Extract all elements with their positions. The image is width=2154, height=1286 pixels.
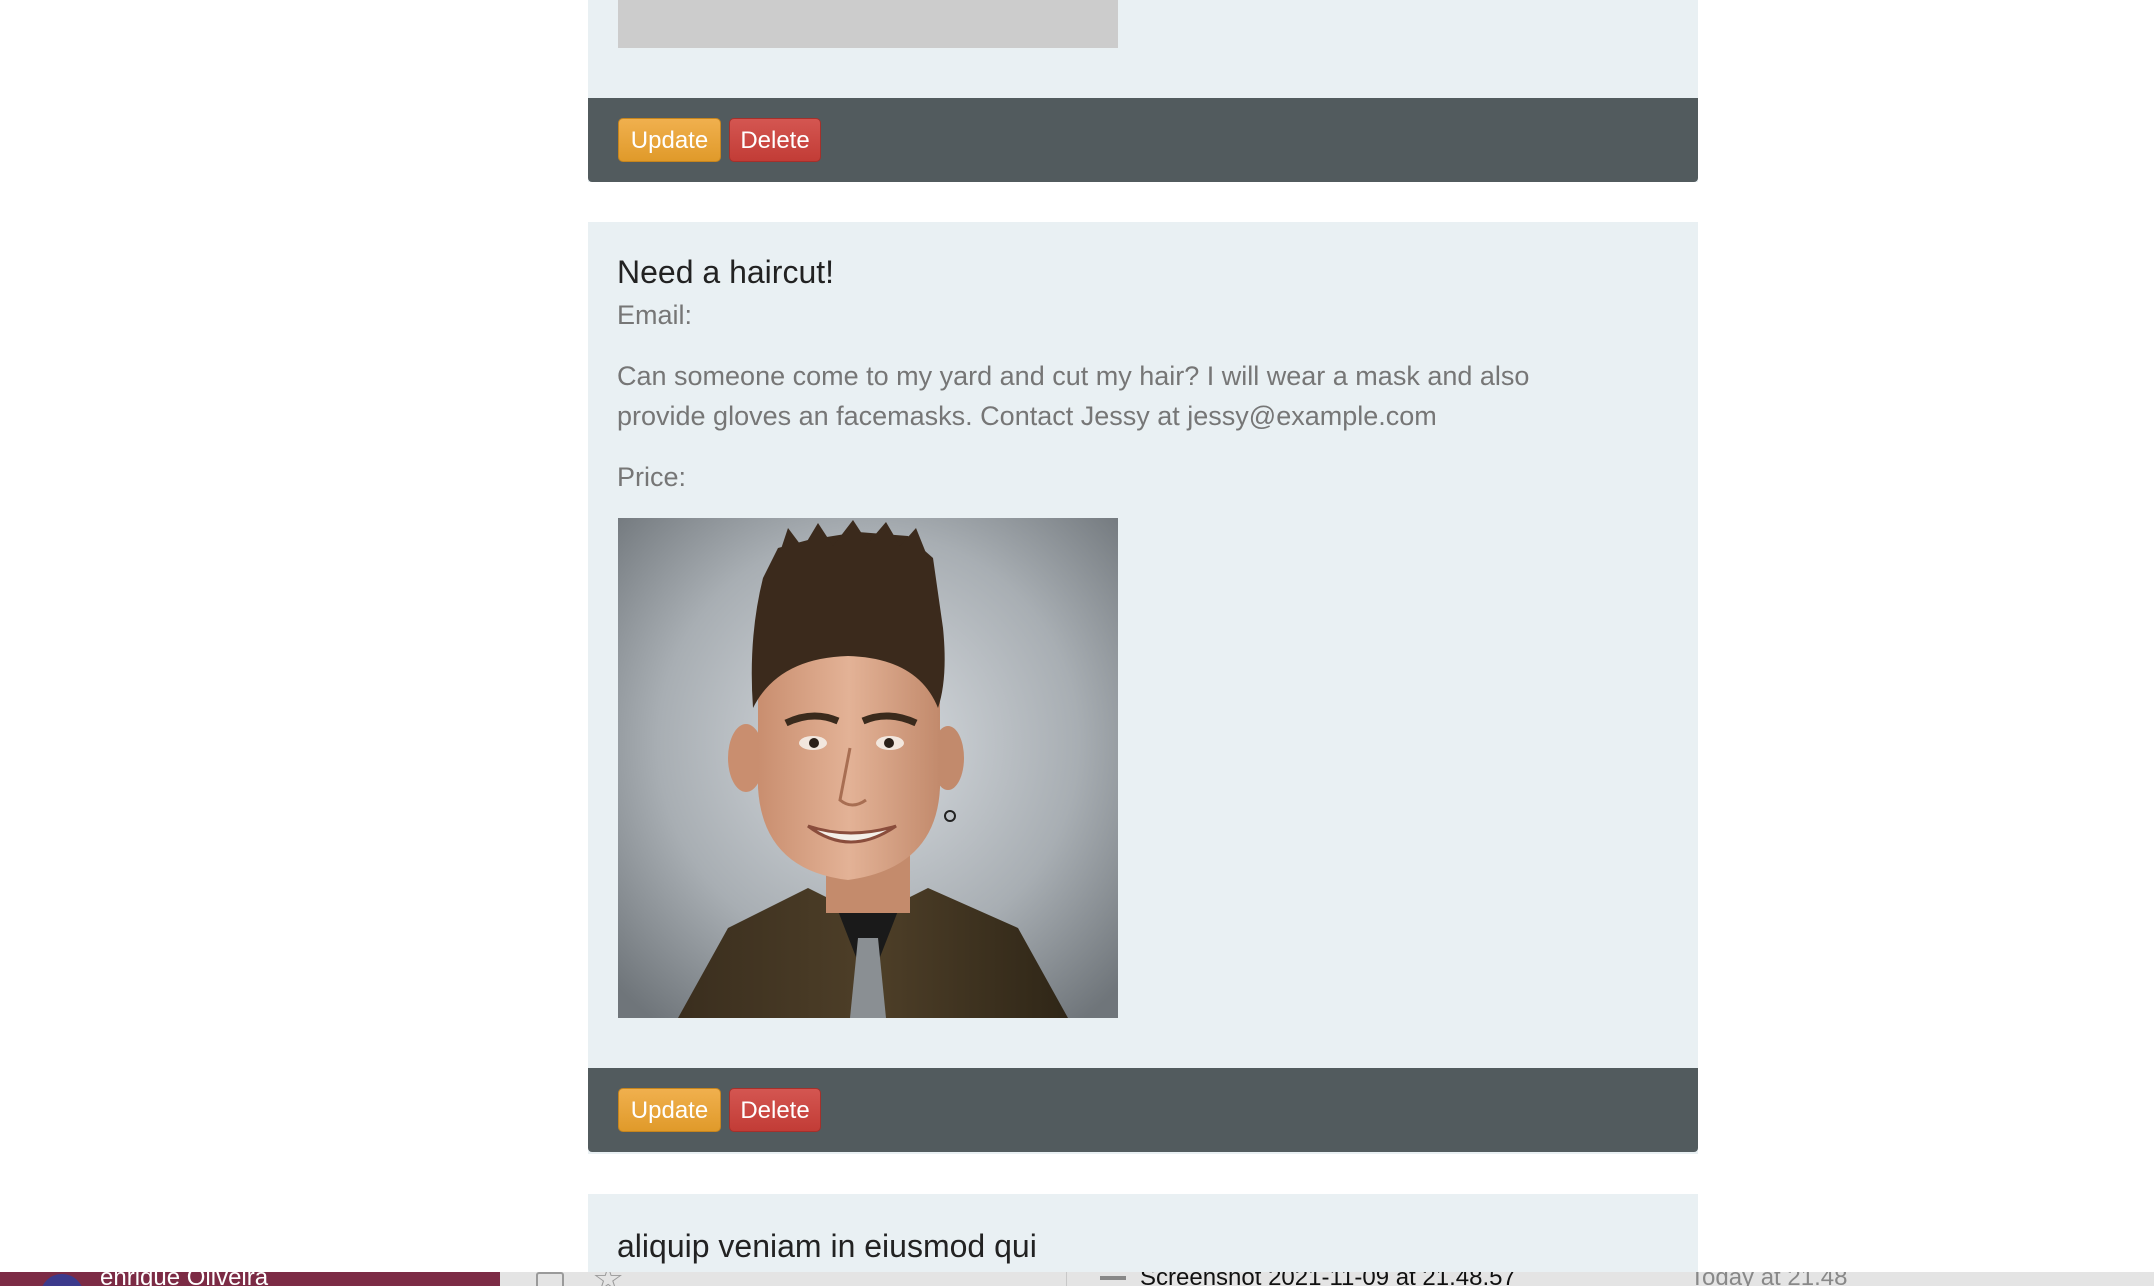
post-card: Need a haircut! Email: Can someone come … [588, 222, 1698, 1154]
taskbar-divider [1066, 1272, 1067, 1286]
taskbar-user-name: enrique Oliveira [100, 1272, 269, 1286]
email-label: Email: [617, 300, 693, 330]
taskbar-file-name[interactable]: Screenshot 2021-11-09 at 21.48.57 [1140, 1272, 1516, 1286]
post-image [618, 518, 1118, 1018]
price-label: Price: [617, 462, 687, 492]
update-button[interactable]: Update [618, 118, 721, 162]
card-footer: Update Delete [588, 98, 1698, 182]
post-title: Need a haircut! [617, 254, 835, 290]
star-icon[interactable]: ☆ [592, 1272, 624, 1286]
image-placeholder [618, 0, 1118, 48]
taskbar-time: Today at 21.48 [1690, 1272, 1848, 1286]
update-button[interactable]: Update [618, 1088, 721, 1132]
post-title: aliquip veniam in eiusmod qui [617, 1228, 1037, 1264]
card-footer: Update Delete [588, 1068, 1698, 1152]
taskbar-user-tab[interactable]: enrique Oliveira [0, 1272, 500, 1286]
file-icon [1100, 1276, 1126, 1280]
taskbar: enrique Oliveira ☆ Screenshot 2021-11-09… [0, 1272, 2154, 1286]
delete-button[interactable]: Delete [729, 118, 821, 162]
post-card: Update Delete [588, 0, 1698, 182]
checkbox-icon[interactable] [536, 1272, 564, 1286]
delete-button[interactable]: Delete [729, 1088, 821, 1132]
post-description: Can someone come to my yard and cut my h… [617, 361, 1530, 431]
avatar [40, 1274, 84, 1286]
